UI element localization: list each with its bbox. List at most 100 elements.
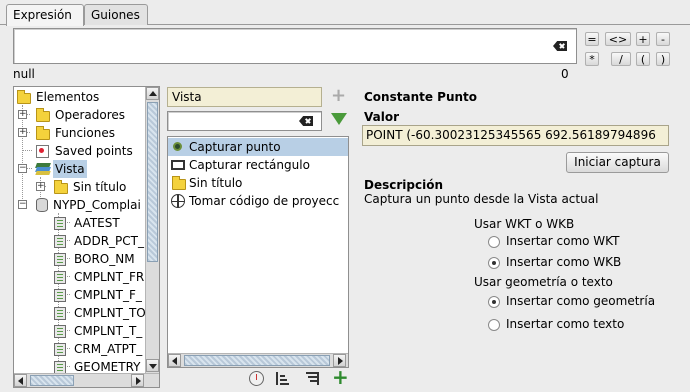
scroll-down-button[interactable]	[146, 359, 159, 372]
start-capture-label: Iniciar captura	[574, 155, 661, 169]
field-icon	[54, 289, 66, 302]
collapse-icon[interactable]: −	[18, 200, 27, 209]
operator-close-paren-button[interactable]: )	[656, 52, 670, 66]
tree-horizontal-scrollbar[interactable]	[14, 373, 159, 387]
folder-icon	[36, 108, 50, 122]
radio-icon[interactable]	[488, 236, 500, 248]
tree-item-label: AATEST	[74, 216, 120, 230]
history-icon[interactable]	[249, 371, 264, 386]
tab-guiones-label: Guiones	[91, 8, 140, 22]
add-element-icon[interactable]: +	[332, 367, 349, 387]
operator-equals-button[interactable]: =	[585, 32, 599, 46]
operator-minus-button[interactable]: -	[656, 32, 670, 46]
field-icon	[54, 271, 66, 284]
tree-item-label: Elementos	[36, 90, 100, 104]
value-text: POINT (-60.30023125345565 692.5618979489…	[366, 128, 656, 142]
layers-icon	[35, 163, 51, 175]
geom-group-label: Usar geometría o texto	[474, 275, 613, 289]
clear-filter-icon[interactable]	[299, 116, 313, 126]
tab-expresion-label: Expresión	[13, 8, 72, 22]
folder-icon	[54, 180, 68, 194]
collapse-icon[interactable]: −	[18, 164, 27, 173]
field-icon	[54, 253, 66, 266]
expand-icon[interactable]: +	[18, 110, 27, 119]
radio-insert-wkt[interactable]: Insertar como WKT	[488, 234, 668, 250]
field-icon	[54, 217, 66, 230]
radio-insert-geometry[interactable]: Insertar como geometría	[488, 294, 678, 310]
radio-icon[interactable]	[488, 319, 500, 331]
operator-divide-button[interactable]: /	[611, 52, 631, 66]
operator-multiply-button[interactable]: *	[585, 52, 599, 66]
radio-icon[interactable]	[488, 257, 500, 269]
scroll-thumb[interactable]	[30, 375, 74, 386]
list-item-label: Capturar rectángulo	[189, 158, 310, 172]
radio-label: Insertar como geometría	[506, 294, 656, 308]
field-icon	[54, 325, 66, 338]
point-icon	[173, 142, 182, 151]
folder-icon	[36, 126, 50, 140]
rectangle-icon	[171, 160, 185, 170]
scroll-left-button[interactable]	[168, 354, 181, 367]
operator-not-equal-button[interactable]: <>	[605, 32, 631, 46]
operator-close-paren-label: )	[660, 53, 666, 66]
tab-expresion[interactable]: Expresión	[6, 4, 84, 26]
folder-icon	[172, 176, 186, 190]
sort-ascending-icon[interactable]	[276, 372, 289, 385]
functions-list[interactable]: Capturar punto Capturar rectángulo Sin t…	[167, 136, 349, 368]
filter-icon[interactable]	[331, 113, 347, 125]
tree-item-label: ADDR_PCT_	[74, 234, 144, 248]
scroll-thumb[interactable]	[147, 102, 158, 262]
operator-multiply-label: *	[589, 53, 595, 66]
scroll-thumb[interactable]	[184, 355, 330, 366]
radio-insert-wkb[interactable]: Insertar como WKB	[488, 255, 668, 271]
list-item-label: Capturar punto	[189, 140, 281, 154]
table-icon	[36, 198, 48, 212]
expression-input[interactable]	[13, 28, 577, 64]
tree-item-label: BORO_NM	[74, 252, 135, 266]
value-label: Valor	[364, 110, 400, 124]
tree-item-label: Operadores	[55, 108, 125, 122]
list-item-capturar-punto[interactable]: Capturar punto	[168, 138, 348, 156]
list-item-label: Tomar código de proyecc	[189, 194, 340, 208]
scroll-right-button[interactable]	[131, 374, 144, 387]
tree-vertical-scrollbar[interactable]	[145, 87, 159, 373]
value-field[interactable]: POINT (-60.30023125345565 692.5618979489…	[362, 125, 669, 146]
tab-guiones[interactable]: Guiones	[84, 4, 148, 25]
elements-tree[interactable]: Elementos + Operadores + Funciones Saved…	[13, 86, 160, 388]
radio-icon[interactable]	[488, 296, 500, 308]
category-header-label: Vista	[172, 90, 202, 104]
operator-not-equal-label: <>	[608, 33, 628, 46]
globe-icon	[171, 194, 185, 208]
scroll-up-button[interactable]	[146, 87, 159, 100]
detail-title: Constante Punto	[364, 90, 478, 104]
operator-plus-label: +	[638, 33, 648, 46]
tree-item-label: CMPLNT_T_	[74, 324, 143, 338]
sort-descending-icon[interactable]	[306, 372, 320, 385]
description-text: Captura un punto desde la Vista actual	[364, 192, 599, 206]
tree-item-label: Funciones	[55, 126, 115, 140]
expand-icon[interactable]: +	[36, 182, 45, 191]
tree-item-label: Saved points	[55, 144, 133, 158]
tree-item-label: Vista	[53, 160, 87, 178]
folder-icon	[17, 90, 31, 104]
operator-equals-label: =	[587, 33, 597, 46]
list-horizontal-scrollbar[interactable]	[168, 353, 348, 367]
tree-item-label: Sin título	[73, 180, 127, 194]
add-icon[interactable]: +	[331, 87, 346, 105]
operator-open-paren-label: (	[640, 53, 646, 66]
tree-item-label: CMPLNT_TO	[74, 306, 146, 320]
operator-minus-label: -	[661, 33, 665, 46]
operator-plus-button[interactable]: +	[636, 32, 650, 46]
result-value: null	[13, 67, 35, 81]
scroll-left-button[interactable]	[14, 374, 27, 387]
clear-expression-icon[interactable]	[553, 41, 567, 51]
tree-item-label: CRM_ATPT_	[74, 342, 143, 356]
tree-item-label: CMPLNT_F_	[74, 288, 142, 302]
start-capture-button[interactable]: Iniciar captura	[566, 152, 669, 173]
field-icon	[54, 307, 66, 320]
expand-icon[interactable]: +	[18, 128, 27, 137]
radio-insert-text[interactable]: Insertar como texto	[488, 317, 668, 333]
radio-label: Insertar como WKB	[506, 255, 622, 269]
filter-input[interactable]	[167, 111, 322, 131]
operator-open-paren-button[interactable]: (	[636, 52, 650, 66]
